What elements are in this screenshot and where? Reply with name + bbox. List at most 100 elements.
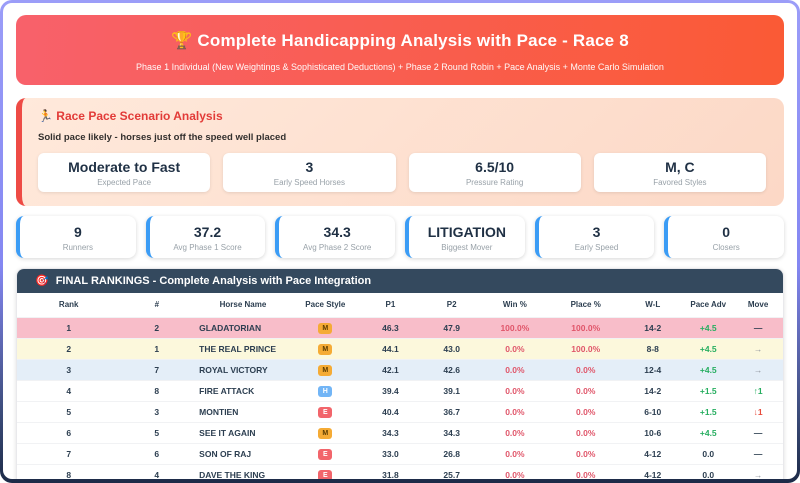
win-pct-cell: 100.0% [480,318,549,339]
stat-card-closers: 0 Closers [664,216,784,258]
move-cell: — [733,444,783,465]
pace-adv-cell: +1.5 [683,402,733,423]
pace-summary: Solid pace likely - horses just off the … [38,132,766,143]
pace-style-badge: M [318,344,332,355]
horse-name-cell: MONTIEN [193,402,293,423]
rankings-title-bar: 🎯FINAL RANKINGS - Complete Analysis with… [17,269,783,293]
p2-cell: 36.7 [423,402,480,423]
move-cell: — [733,318,783,339]
rank-cell: 4 [17,381,120,402]
trophy-icon: 🏆 [171,31,192,50]
table-row: 5 3 MONTIEN E 40.4 36.7 0.0% 0.0% 6-10 +… [17,402,783,423]
window-frame: 🏆 Complete Handicapping Analysis with Pa… [0,0,800,483]
move-indicator: ↑1 [754,386,763,396]
final-rankings-section: 🎯FINAL RANKINGS - Complete Analysis with… [16,268,784,479]
stat-value: 9 [22,224,134,240]
pace-style-cell: M [293,423,358,444]
stat-value: 3 [541,224,653,240]
stat-card-runners: 9 Runners [16,216,136,258]
stat-label: Early Speed [541,243,653,252]
rank-cell: 8 [17,465,120,480]
pace-style-badge: M [318,428,332,439]
wl-cell: 8-8 [622,339,683,360]
column-header-pace-style: Pace Style [293,293,358,318]
number-cell: 4 [120,465,193,480]
win-pct-cell: 0.0% [480,402,549,423]
summary-stats-row: 9 Runners 37.2 Avg Phase 1 Score 34.3 Av… [16,216,784,258]
place-pct-cell: 0.0% [549,381,622,402]
pace-style-cell: E [293,465,358,480]
horse-name-cell: FIRE ATTACK [193,381,293,402]
wl-cell: 4-12 [622,444,683,465]
win-pct-cell: 0.0% [480,381,549,402]
p2-cell: 39.1 [423,381,480,402]
number-cell: 5 [120,423,193,444]
pace-style-cell: M [293,318,358,339]
move-indicator: → [754,365,763,375]
wl-cell: 4-12 [622,465,683,480]
column-header-p2: P2 [423,293,480,318]
stat-value: 34.3 [281,224,393,240]
pace-style-badge: H [318,386,332,397]
column-header-win-pct: Win % [480,293,549,318]
horse-name-cell: SON OF RAJ [193,444,293,465]
pace-card-label: Favored Styles [598,178,762,187]
page-title-text: Complete Handicapping Analysis with Pace… [197,31,628,50]
rank-cell: 6 [17,423,120,444]
number-cell: 8 [120,381,193,402]
stat-label: Closers [670,243,782,252]
pace-style-badge: E [318,470,332,479]
rank-cell: 5 [17,402,120,423]
pace-section-title-text: Race Pace Scenario Analysis [56,109,222,123]
p1-cell: 34.3 [358,423,423,444]
p2-cell: 26.8 [423,444,480,465]
move-cell: ↓1 [733,402,783,423]
win-pct-cell: 0.0% [480,339,549,360]
win-pct-cell: 0.0% [480,423,549,444]
place-pct-cell: 0.0% [549,402,622,423]
column-header-wl: W-L [622,293,683,318]
pace-style-badge: E [318,449,332,460]
stat-card-avg-phase1: 37.2 Avg Phase 1 Score [146,216,266,258]
number-cell: 1 [120,339,193,360]
pace-style-cell: E [293,402,358,423]
place-pct-cell: 100.0% [549,318,622,339]
pace-card-label: Pressure Rating [413,178,577,187]
pace-card-value: M, C [598,159,762,175]
move-cell: → [733,339,783,360]
horse-name-cell: DAVE THE KING [193,465,293,480]
pace-card-favored-styles: M, C Favored Styles [594,153,766,192]
pace-style-badge: E [318,407,332,418]
column-header-place-pct: Place % [549,293,622,318]
wl-cell: 14-2 [622,318,683,339]
place-pct-cell: 0.0% [549,360,622,381]
stat-label: Avg Phase 1 Score [152,243,264,252]
p1-cell: 44.1 [358,339,423,360]
pace-adv-cell: +4.5 [683,318,733,339]
p1-cell: 40.4 [358,402,423,423]
pace-card-label: Expected Pace [42,178,206,187]
pace-card-pressure-rating: 6.5/10 Pressure Rating [409,153,581,192]
pace-adv-cell: +4.5 [683,423,733,444]
pace-adv-cell: 0.0 [683,465,733,480]
rank-cell: 7 [17,444,120,465]
move-indicator: — [754,323,763,333]
pace-style-cell: M [293,360,358,381]
rank-cell: 1 [17,318,120,339]
move-indicator: — [754,428,763,438]
pace-adv-cell: 0.0 [683,444,733,465]
move-cell: — [733,423,783,444]
p1-cell: 46.3 [358,318,423,339]
p2-cell: 43.0 [423,339,480,360]
p2-cell: 34.3 [423,423,480,444]
horse-name-cell: ROYAL VICTORY [193,360,293,381]
stat-label: Runners [22,243,134,252]
target-icon: 🎯 [35,274,49,287]
pace-card-expected-pace: Moderate to Fast Expected Pace [38,153,210,192]
pace-card-value: 6.5/10 [413,159,577,175]
table-row: 6 5 SEE IT AGAIN M 34.3 34.3 0.0% 0.0% 1… [17,423,783,444]
pace-scenario-section: 🏃 Race Pace Scenario Analysis Solid pace… [16,98,784,206]
number-cell: 6 [120,444,193,465]
column-header-number: # [120,293,193,318]
pace-adv-cell: +4.5 [683,339,733,360]
